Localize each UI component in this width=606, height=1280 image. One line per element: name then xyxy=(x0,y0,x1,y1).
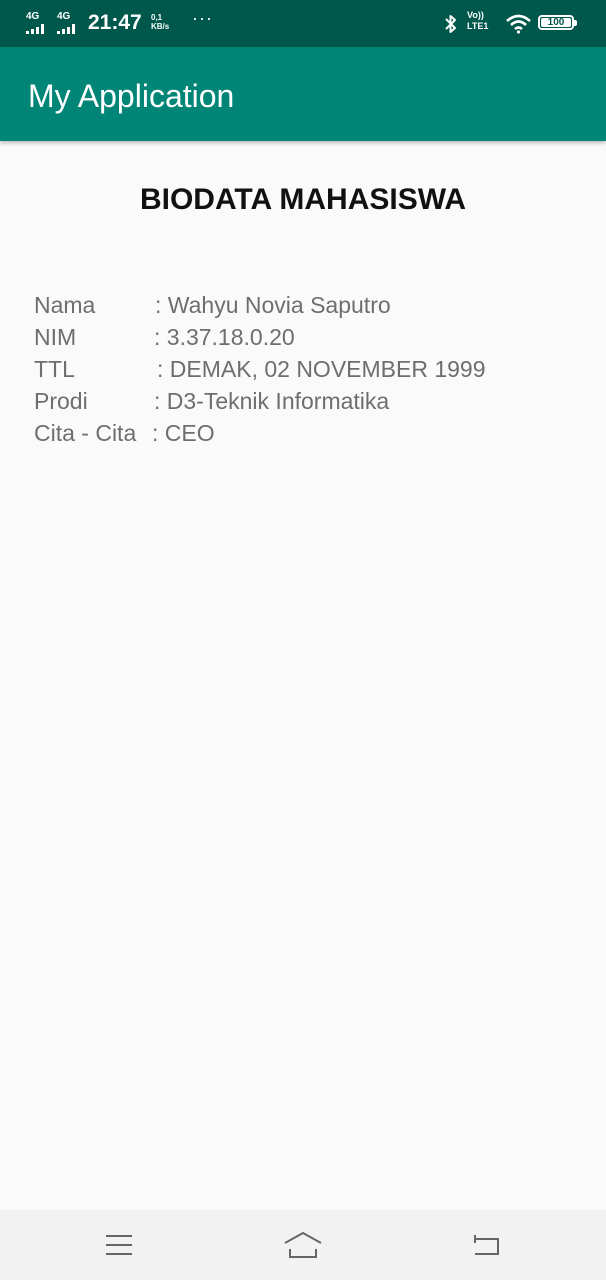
field-label: NIM xyxy=(34,324,77,350)
sim1-network-label: 4G xyxy=(26,11,40,22)
signal-icon: 4G xyxy=(57,12,81,34)
field-label: TTL xyxy=(34,356,75,382)
app-title: My Application xyxy=(28,78,235,114)
status-time: 21:47 xyxy=(88,11,142,34)
battery-icon: 100 xyxy=(538,15,577,30)
field-label: Nama xyxy=(34,292,96,318)
volte-indicator: Vo)) LTE1 xyxy=(467,10,488,32)
bluetooth-icon xyxy=(445,15,456,33)
field-value: : D3-Teknik Informatika xyxy=(154,388,390,414)
network-speed-value: 0,1 xyxy=(151,13,163,22)
network-speed-unit: KB/s xyxy=(151,22,170,31)
back-icon xyxy=(474,1235,499,1255)
field-label: Prodi xyxy=(34,388,88,414)
signal-icon: 4G xyxy=(26,12,50,34)
status-bar: 4G 4G 21:47 0,1 KB/s ··· Vo)) LTE1 100 xyxy=(0,0,606,47)
back-button[interactable] xyxy=(464,1227,510,1263)
field-value: : 3.37.18.0.20 xyxy=(154,324,295,350)
field-value: : CEO xyxy=(152,420,215,446)
main-content: BIODATA MAHASISWA Nama : Wahyu Novia Sap… xyxy=(0,141,606,1210)
field-value: : DEMAK, 02 NOVEMBER 1999 xyxy=(157,356,486,382)
field-value: : Wahyu Novia Saputro xyxy=(155,292,391,318)
home-icon xyxy=(284,1232,322,1258)
page-title: BIODATA MAHASISWA xyxy=(139,183,467,216)
navigation-bar xyxy=(0,1210,606,1280)
volte-label: Vo)) xyxy=(467,10,484,20)
network-speed: 0,1 KB/s xyxy=(151,13,169,31)
battery-level: 100 xyxy=(547,17,565,28)
app-bar: My Application xyxy=(0,47,606,141)
menu-button[interactable] xyxy=(96,1227,142,1263)
wifi-icon xyxy=(506,14,531,34)
sim2-network-label: 4G xyxy=(57,11,71,22)
field-label: Cita - Cita xyxy=(34,420,137,446)
lte-label: LTE1 xyxy=(467,21,489,31)
home-button[interactable] xyxy=(280,1227,326,1263)
menu-icon xyxy=(106,1235,132,1255)
more-notifications-icon: ··· xyxy=(192,8,213,28)
